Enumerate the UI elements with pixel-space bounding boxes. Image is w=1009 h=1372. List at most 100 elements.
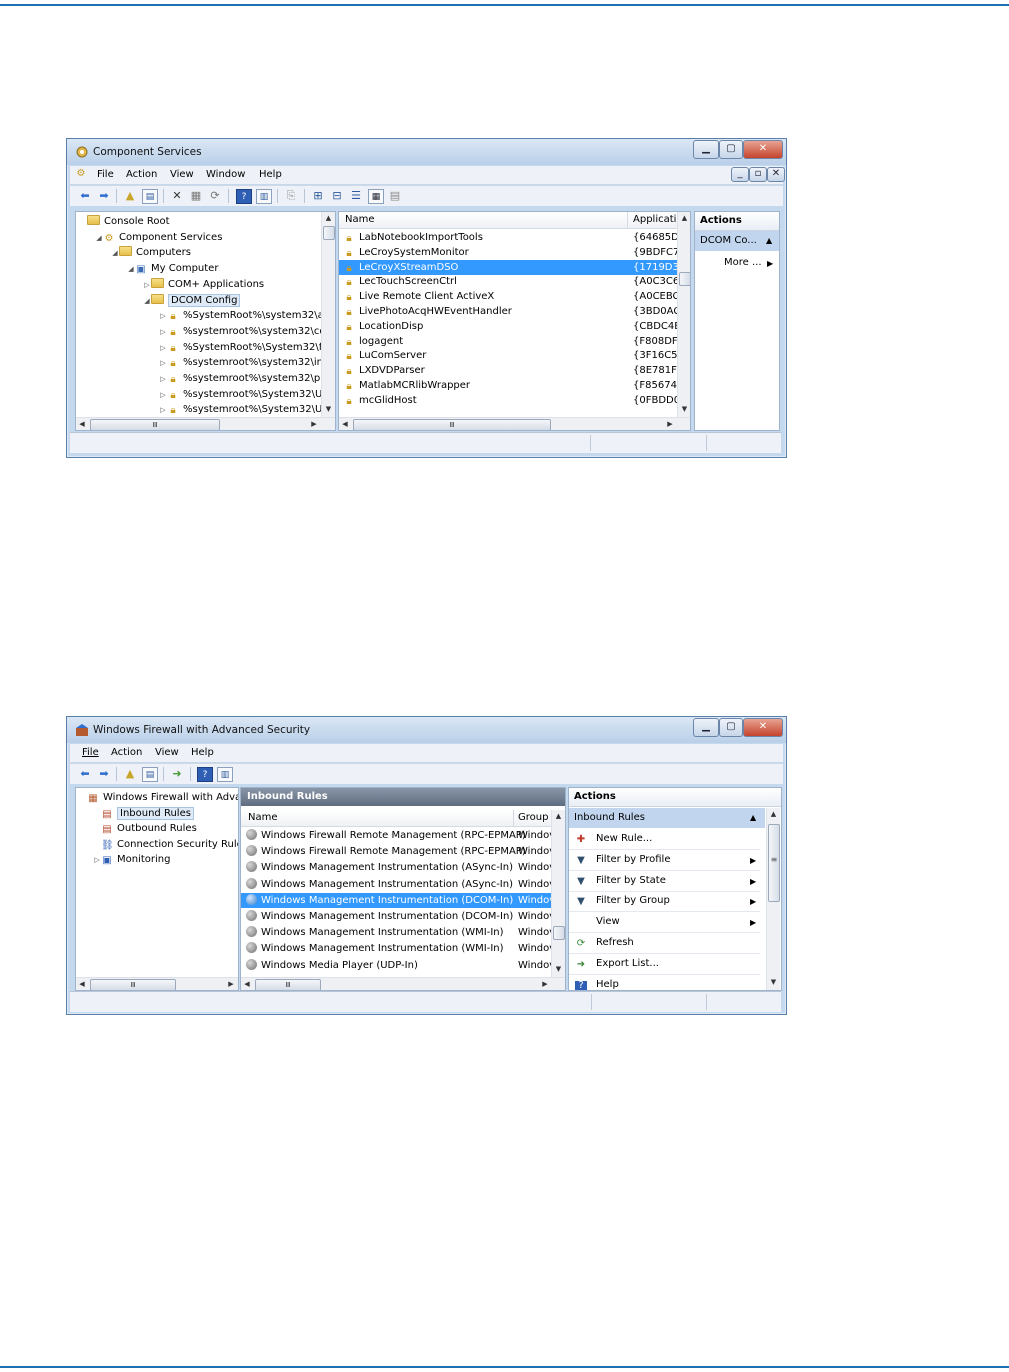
tree-item[interactable]: ▷ COM+ Applications	[143, 277, 264, 292]
tree-item[interactable]: ◢ ⚙ Component Services	[95, 230, 222, 245]
list-item[interactable]: 🔒︎ MatlabMCRlibWrapper {F856744!	[339, 378, 687, 393]
tree-item[interactable]: ▷ 🔒︎ %systemroot%\system32\pks	[159, 371, 331, 386]
action-item[interactable]: ? Help	[569, 975, 760, 990]
menu-window[interactable]: Window	[206, 169, 245, 180]
tree-item[interactable]: ▷ 🔒︎ %systemroot%\System32\User	[159, 402, 335, 417]
collapse-icon[interactable]: ▲	[750, 808, 756, 828]
export-icon[interactable]: ➜	[170, 767, 184, 781]
list-item[interactable]: 🔒︎ LabNotebookImportTools {64685DC	[339, 230, 686, 245]
expander-icon[interactable]: ◢	[127, 262, 135, 277]
maximize-button[interactable]: ▢	[719, 140, 743, 159]
tree-item[interactable]: ▷ 🔒︎ %systemroot%\system32\colo	[159, 324, 334, 339]
delete-icon[interactable]: ✕	[170, 189, 184, 203]
action-item[interactable]: ⟳ Refresh	[569, 933, 760, 954]
expander-icon[interactable]: ▷	[143, 278, 151, 293]
tree-item[interactable]: ▷ 🔒︎ %systemroot%\system32\intl.	[159, 355, 333, 370]
tree-item[interactable]: ⛓ Connection Security Rules	[93, 837, 238, 852]
detail-view-icon[interactable]: ▦	[368, 189, 384, 204]
tree-horizontal-scrollbar[interactable]: ◀ Ⅲ ▶	[76, 977, 238, 990]
close-button[interactable]: ✕	[743, 718, 783, 737]
title-bar[interactable]: Windows Firewall with Advanced Security …	[67, 717, 786, 743]
column-header-name[interactable]: Name	[345, 214, 375, 225]
list-item[interactable]: Windows Media Player (UDP-In) Windov	[241, 958, 555, 973]
list-item[interactable]: 🔒︎ LivePhotoAcqHWEventHandler {3BD0AC	[339, 304, 680, 319]
action-item[interactable]: ▼ Filter by Profile ▶	[569, 850, 760, 871]
menu-view[interactable]: View	[170, 169, 194, 180]
list-item[interactable]: 🔒︎ mcGlidHost {0FBDD0E	[339, 393, 686, 408]
small-icons-view-icon[interactable]: ⊟	[330, 189, 344, 203]
expander-icon[interactable]: ▷	[159, 372, 167, 387]
menu-file[interactable]: File	[82, 747, 99, 758]
list-item[interactable]: Windows Management Instrumentation (DCOM…	[241, 909, 555, 924]
console-menu-icon[interactable]: ⚙	[75, 169, 87, 179]
maximize-button[interactable]: ▢	[719, 718, 743, 737]
help-icon[interactable]: ?	[236, 189, 252, 204]
tree-item[interactable]: ◢ ▣ My Computer	[127, 261, 218, 276]
forward-icon[interactable]: ➡	[97, 189, 111, 203]
action-item[interactable]: ✚ New Rule...	[569, 829, 760, 850]
tree-item[interactable]: Console Root	[79, 214, 170, 229]
list-item[interactable]: Windows Management Instrumentation (WMI-…	[241, 941, 555, 956]
show-hide-action-pane-icon[interactable]: ▥	[217, 767, 233, 782]
minimize-button[interactable]: ▁	[693, 140, 719, 159]
up-folder-icon[interactable]: ▲	[123, 189, 137, 203]
expander-icon[interactable]: ◢	[143, 294, 151, 309]
list-item[interactable]: Windows Management Instrumentation (ASyn…	[241, 877, 555, 892]
list-item[interactable]: Windows Management Instrumentation (WMI-…	[241, 925, 555, 940]
menu-file[interactable]: File	[97, 169, 114, 180]
show-hide-tree-icon[interactable]: ▤	[142, 189, 158, 204]
list-horizontal-scrollbar[interactable]: ◀ Ⅲ ▶	[339, 417, 690, 430]
list-vertical-scrollbar[interactable]: ▲ ▼	[677, 212, 690, 417]
title-bar[interactable]: Component Services ▁ ▢ ✕	[67, 139, 786, 165]
expander-icon[interactable]: ▷	[159, 356, 167, 371]
list-item[interactable]: Windows Firewall Remote Management (RPC-…	[241, 828, 555, 843]
properties-icon[interactable]: ▦	[189, 189, 203, 203]
expander-icon[interactable]: ▷	[93, 853, 101, 868]
list-item[interactable]: 🔒︎ LuComServer {3F16C5A	[339, 348, 684, 363]
expander-icon[interactable]: ◢	[95, 231, 103, 246]
tree-item[interactable]: ◢ Computers	[111, 245, 191, 260]
minimize-button[interactable]: ▁	[693, 718, 719, 737]
list-item[interactable]: 🔒︎ LocationDisp {CBDC4B	[339, 319, 681, 334]
tree-item[interactable]: ◢ DCOM Config	[143, 293, 241, 309]
tree-item[interactable]: ▤ Outbound Rules	[93, 821, 197, 836]
menu-view[interactable]: View	[155, 747, 179, 758]
collapse-icon[interactable]: ▲	[766, 231, 772, 251]
tree-item[interactable]: ▷ 🔒︎ %SystemRoot%\system32\app	[159, 308, 335, 324]
tree-item[interactable]: ▷ 🔒︎ %SystemRoot%\System32\fve	[159, 340, 334, 355]
expander-icon[interactable]: ▷	[159, 388, 167, 403]
tree-vertical-scrollbar[interactable]: ▲ ▼	[321, 212, 335, 417]
list-view-icon[interactable]: ☰	[349, 189, 363, 203]
list-horizontal-scrollbar[interactable]: ◀ Ⅲ ▶	[241, 977, 565, 990]
list-vertical-scrollbar[interactable]: ▲ ▼	[551, 810, 565, 977]
forward-icon[interactable]: ➡	[97, 767, 111, 781]
action-item[interactable]: View ▶	[569, 912, 760, 934]
up-folder-icon[interactable]: ▲	[123, 767, 137, 781]
show-hide-action-pane-icon[interactable]: ▥	[256, 189, 272, 204]
action-item[interactable]: ➜ Export List...	[569, 954, 760, 975]
help-icon[interactable]: ?	[197, 767, 213, 782]
back-icon[interactable]: ⬅	[78, 189, 92, 203]
back-icon[interactable]: ⬅	[78, 767, 92, 781]
expander-icon[interactable]: ◢	[111, 246, 119, 261]
list-item[interactable]: 🔒︎ LeCroyXStreamDSO {1719D3E	[339, 259, 685, 275]
refresh-icon[interactable]: ⟳	[208, 189, 222, 203]
list-item[interactable]: Windows Management Instrumentation (ASyn…	[241, 860, 555, 875]
action-item[interactable]: ▼ Filter by State ▶	[569, 871, 760, 892]
list-item[interactable]: 🔒︎ Live Remote Client ActiveX {A0CEBC	[339, 289, 679, 304]
action-item[interactable]: ▼ Filter by Group ▶	[569, 891, 760, 913]
menu-help[interactable]: Help	[259, 169, 282, 180]
actions-vertical-scrollbar[interactable]: ▲ ≡ ▼	[766, 808, 780, 990]
list-item[interactable]: 🔒︎ LeCroySystemMonitor {9BDFC7/	[339, 245, 682, 260]
actions-section-dcom-config[interactable]: DCOM Co... ▲	[695, 231, 779, 251]
tree-item[interactable]: ▷ 🔒︎ %systemroot%\System32\User	[159, 387, 335, 403]
expander-icon[interactable]: ▷	[159, 309, 167, 324]
actions-more[interactable]: More ... ▶	[695, 253, 779, 273]
expander-icon[interactable]: ▷	[159, 325, 167, 340]
tree-horizontal-scrollbar[interactable]: ◀ Ⅲ ▶	[76, 417, 335, 430]
properties-view-icon[interactable]: ▤	[388, 189, 402, 203]
list-item[interactable]: 🔒︎ LXDVDParser {8E781F9.	[339, 363, 686, 378]
expander-icon[interactable]: ▷	[159, 341, 167, 356]
menu-help[interactable]: Help	[191, 747, 214, 758]
mdi-minimize-button[interactable]: _	[731, 167, 749, 182]
